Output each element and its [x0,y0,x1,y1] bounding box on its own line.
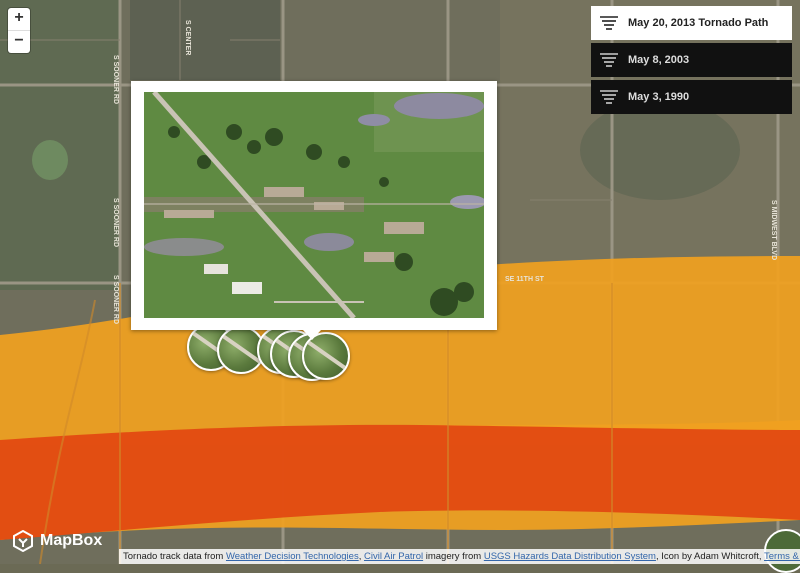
road-label: SE 11TH ST [505,276,545,283]
layer-label: May 3, 1990 [628,91,690,103]
zoom-out-button[interactable]: − [8,30,30,53]
road-label: S SOONER RD [112,275,119,324]
layer-item-2013[interactable]: May 20, 2013 Tornado Path [591,6,792,40]
attribution-link-usgs[interactable]: USGS Hazards Data Distribution System [484,551,656,562]
mapbox-logo-icon [13,530,33,552]
layer-label: May 8, 2003 [628,54,690,66]
layer-item-1990[interactable]: May 3, 1990 [591,80,792,114]
road-label: S MIDWEST BLVD [770,200,777,260]
layer-label: May 20, 2013 Tornado Path [628,17,769,29]
road-label: S CENTER [184,20,191,55]
photo-popup-tip [303,330,321,340]
attribution-prefix: Tornado track data from [123,551,226,562]
zoom-control: + − [8,8,30,53]
road-label: S SOONER RD [112,55,119,104]
layer-switcher: May 20, 2013 Tornado Path May 8, 2003 Ma… [591,6,792,117]
zoom-in-button[interactable]: + [8,8,30,30]
tornado-icon [600,53,618,67]
attribution-mid: imagery from [423,551,484,562]
tornado-icon [600,16,618,30]
aerial-damage-photo [144,92,484,318]
attribution-link-terms[interactable]: Terms & Feedback [764,551,800,562]
photo-popup [131,81,497,330]
logo-text: MapBox [40,532,103,549]
tornado-icon [600,90,618,104]
attribution-link-cap[interactable]: Civil Air Patrol [364,551,423,562]
attribution-link-wdt[interactable]: Weather Decision Technologies [226,551,359,562]
mapbox-logo[interactable]: MapBox [12,530,102,552]
layer-item-2003[interactable]: May 8, 2003 [591,43,792,77]
attribution-icon-credit: , Icon by Adam Whitcroft, [655,551,765,562]
road-label: S SOONER RD [112,198,119,247]
attribution-bar: Tornado track data from Weather Decision… [119,549,800,564]
